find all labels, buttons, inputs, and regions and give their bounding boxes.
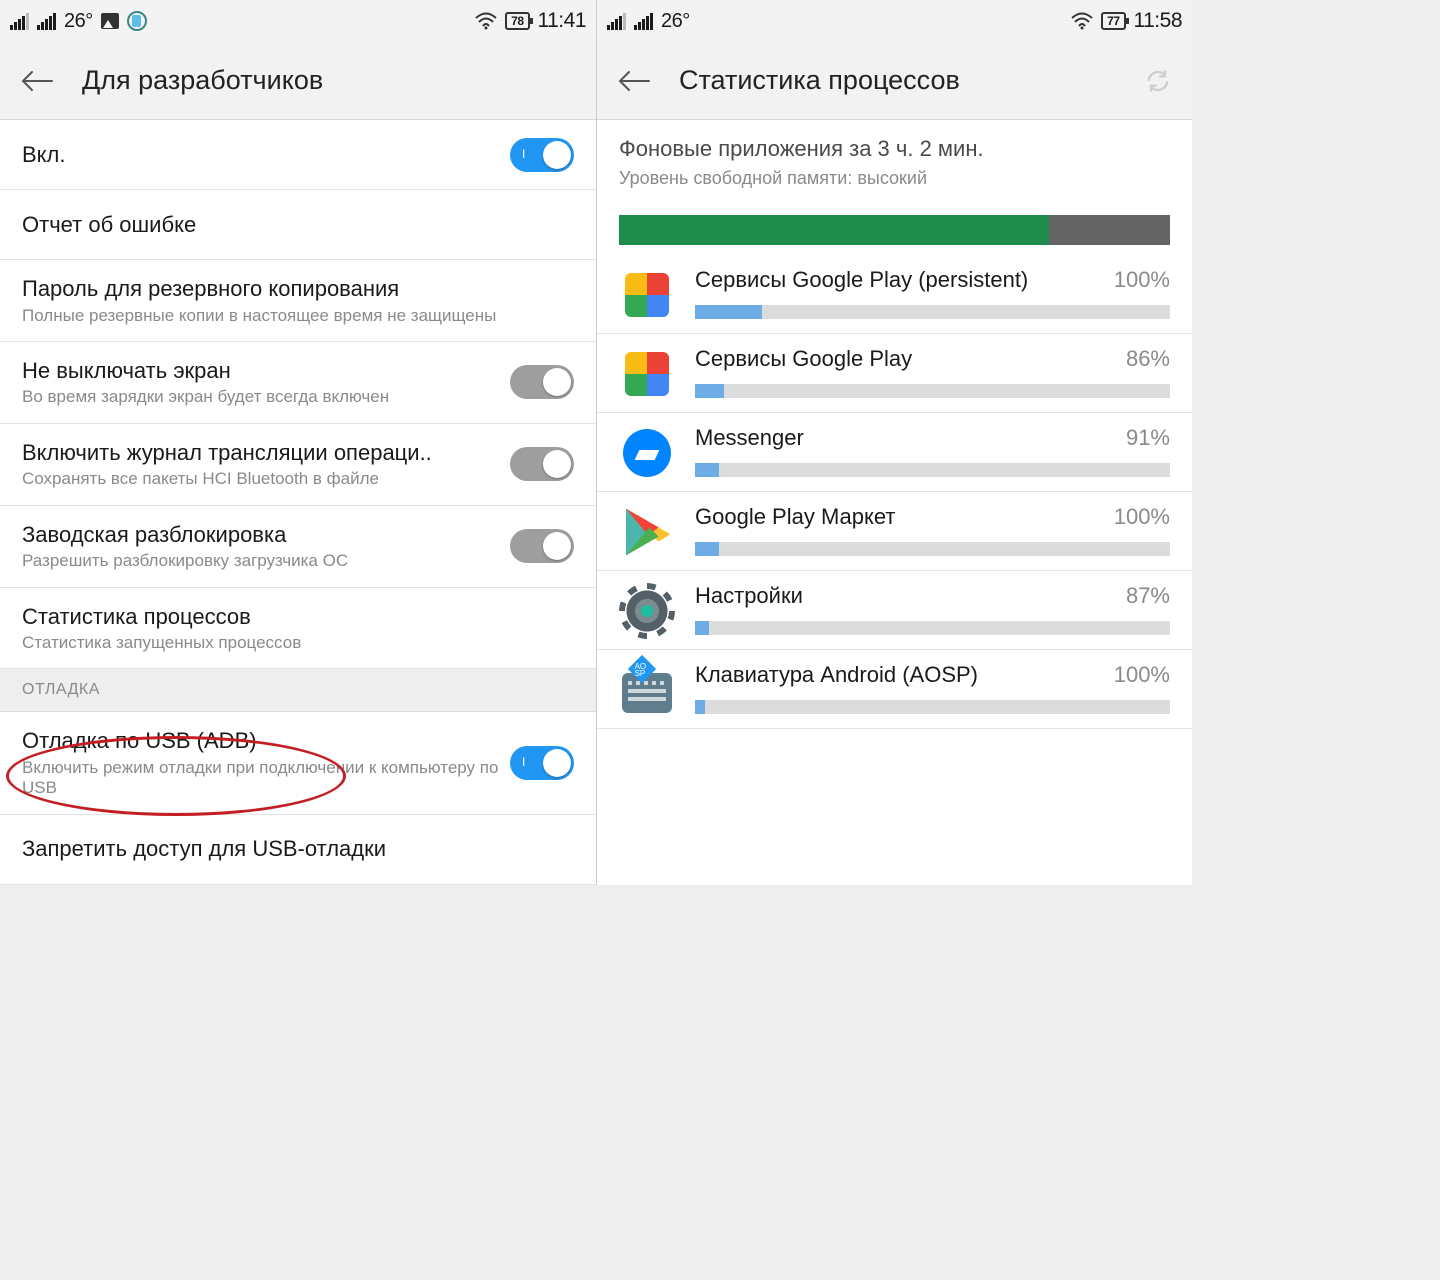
gplay-services-icon bbox=[619, 346, 675, 402]
setting-row[interactable]: Пароль для резервного копирования Полные … bbox=[0, 260, 596, 342]
app-bar: Для разработчиков bbox=[0, 42, 596, 120]
process-name: Google Play Маркет bbox=[695, 504, 1114, 530]
process-name: Messenger bbox=[695, 425, 1126, 451]
setting-row[interactable]: Заводская разблокировкаРазрешить разблок… bbox=[0, 506, 596, 588]
setting-subtitle: Полные резервные копии в настоящее время… bbox=[22, 306, 574, 326]
process-bar bbox=[695, 384, 1170, 398]
process-bar-fill bbox=[695, 384, 724, 398]
toggle-switch[interactable]: O bbox=[510, 529, 574, 563]
setting-title: Статистика процессов bbox=[22, 603, 574, 631]
process-percent: 86% bbox=[1126, 346, 1170, 372]
setting-subtitle: Включить режим отладки при подключении к… bbox=[22, 758, 510, 799]
process-row[interactable]: Сервисы Google Play (persistent)100% bbox=[597, 255, 1192, 334]
gplay-services-icon bbox=[619, 267, 675, 323]
setting-row[interactable]: Запретить доступ для USB-отладки bbox=[0, 815, 596, 885]
process-percent: 100% bbox=[1114, 662, 1170, 688]
page-title: Статистика процессов bbox=[679, 65, 960, 96]
process-row[interactable]: Google Play Маркет100% bbox=[597, 492, 1192, 571]
setting-title: Запретить доступ для USB-отладки bbox=[22, 835, 574, 863]
setting-title: Включить журнал трансляции операци.. bbox=[22, 439, 510, 467]
screen-developer-options: 26° 78 11:41 Для разработчиков Вкл.IОтче… bbox=[0, 0, 596, 885]
process-bar bbox=[695, 542, 1170, 556]
app-update-icon bbox=[127, 11, 147, 31]
process-row[interactable]: Сервисы Google Play86% bbox=[597, 334, 1192, 413]
keyboard-icon: AOSP bbox=[619, 662, 675, 718]
clock: 11:58 bbox=[1134, 9, 1183, 33]
messenger-icon bbox=[619, 425, 675, 481]
status-bar: 26° 77 11:58 bbox=[597, 0, 1192, 42]
status-bar: 26° 78 11:41 bbox=[0, 0, 596, 42]
app-bar: Статистика процессов bbox=[597, 42, 1192, 120]
process-percent: 87% bbox=[1126, 583, 1170, 609]
wifi-icon bbox=[1071, 12, 1093, 30]
temperature: 26° bbox=[64, 10, 93, 33]
setting-title: Не выключать экран bbox=[22, 357, 510, 385]
process-name: Сервисы Google Play bbox=[695, 346, 1126, 372]
signal-1-icon bbox=[10, 13, 29, 30]
process-percent: 100% bbox=[1114, 504, 1170, 530]
memory-bar-used bbox=[619, 215, 1049, 245]
page-title: Для разработчиков bbox=[82, 65, 323, 96]
stats-summary: Фоновые приложения за 3 ч. 2 мин. Уровен… bbox=[597, 120, 1192, 193]
toggle-switch[interactable]: O bbox=[510, 365, 574, 399]
back-icon[interactable] bbox=[20, 70, 54, 92]
process-bar-fill bbox=[695, 542, 719, 556]
setting-row[interactable]: Включить журнал трансляции операци..Сохр… bbox=[0, 424, 596, 506]
process-bar bbox=[695, 463, 1170, 477]
back-icon[interactable] bbox=[617, 70, 651, 92]
toggle-switch[interactable]: O bbox=[510, 447, 574, 481]
setting-title: Отчет об ошибке bbox=[22, 211, 574, 239]
summary-subtitle: Уровень свободной памяти: высокий bbox=[619, 168, 1170, 189]
setting-subtitle: Статистика запущенных процессов bbox=[22, 633, 574, 653]
refresh-icon[interactable] bbox=[1144, 67, 1172, 95]
setting-title: Отладка по USB (ADB) bbox=[22, 727, 510, 755]
process-percent: 100% bbox=[1114, 267, 1170, 293]
process-bar-fill bbox=[695, 463, 719, 477]
process-row[interactable]: AOSP Клавиатура Android (AOSP)100% bbox=[597, 650, 1192, 729]
temperature: 26° bbox=[661, 10, 690, 33]
process-row[interactable]: Messenger91% bbox=[597, 413, 1192, 492]
setting-title: Заводская разблокировка bbox=[22, 521, 510, 549]
setting-row[interactable]: Отчет об ошибке bbox=[0, 190, 596, 260]
process-bar bbox=[695, 700, 1170, 714]
process-row[interactable]: Настройки87% bbox=[597, 571, 1192, 650]
signal-2-icon bbox=[37, 13, 56, 30]
picture-icon bbox=[101, 13, 119, 29]
process-bar-fill bbox=[695, 305, 762, 319]
signal-2-icon bbox=[634, 13, 653, 30]
process-bar-fill bbox=[695, 621, 709, 635]
process-name: Сервисы Google Play (persistent) bbox=[695, 267, 1114, 293]
setting-row[interactable]: Вкл.I bbox=[0, 120, 596, 190]
setting-subtitle: Разрешить разблокировку загрузчика ОС bbox=[22, 551, 510, 571]
setting-row[interactable]: Статистика процессовСтатистика запущенны… bbox=[0, 588, 596, 670]
battery-icon: 78 bbox=[505, 12, 529, 30]
process-name: Настройки bbox=[695, 583, 1126, 609]
toggle-switch[interactable]: I bbox=[510, 138, 574, 172]
setting-row[interactable]: Не выключать экранВо время зарядки экран… bbox=[0, 342, 596, 424]
battery-icon: 77 bbox=[1101, 12, 1125, 30]
screen-process-stats: 26° 77 11:58 Статистика процессов Фоновы… bbox=[596, 0, 1192, 885]
setting-title: Пароль для резервного копирования bbox=[22, 275, 574, 303]
setting-subtitle: Во время зарядки экран будет всегда вклю… bbox=[22, 387, 510, 407]
signal-1-icon bbox=[607, 13, 626, 30]
wifi-icon bbox=[475, 12, 497, 30]
playstore-icon bbox=[619, 504, 675, 560]
setting-row[interactable]: Отладка по USB (ADB) Включить режим отлад… bbox=[0, 712, 596, 814]
setting-title: Вкл. bbox=[22, 141, 510, 169]
settings-icon bbox=[619, 583, 675, 639]
memory-bar bbox=[619, 215, 1170, 245]
process-bar bbox=[695, 621, 1170, 635]
section-header-debug: ОТЛАДКА bbox=[0, 669, 596, 712]
toggle-switch[interactable]: I bbox=[510, 746, 574, 780]
clock: 11:41 bbox=[538, 9, 587, 33]
process-bar-fill bbox=[695, 700, 705, 714]
summary-title: Фоновые приложения за 3 ч. 2 мин. bbox=[619, 136, 1170, 162]
process-percent: 91% bbox=[1126, 425, 1170, 451]
process-name: Клавиатура Android (AOSP) bbox=[695, 662, 1114, 688]
setting-subtitle: Сохранять все пакеты HCI Bluetooth в фай… bbox=[22, 469, 510, 489]
process-bar bbox=[695, 305, 1170, 319]
